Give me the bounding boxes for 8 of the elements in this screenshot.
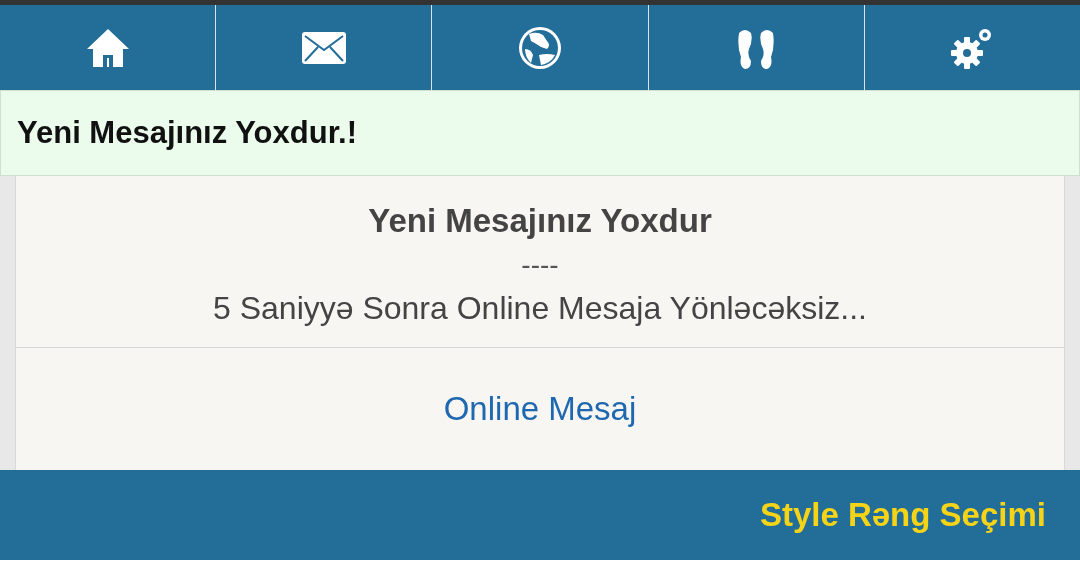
message-title: Yeni Mesajınız Yoxdur xyxy=(368,202,712,240)
separator-text: ---- xyxy=(521,254,559,276)
mail-icon xyxy=(300,30,347,65)
style-color-link[interactable]: Style Rəng Seçimi xyxy=(759,496,1046,534)
globe-icon xyxy=(517,24,563,71)
notice-text: Yeni Mesajınız Yoxdur.! xyxy=(17,115,357,151)
online-message-link[interactable]: Online Mesaj xyxy=(443,390,637,428)
message-text: 5 Saniyyə Sonra Online Mesaja Yönləcəksiz... xyxy=(213,290,867,327)
